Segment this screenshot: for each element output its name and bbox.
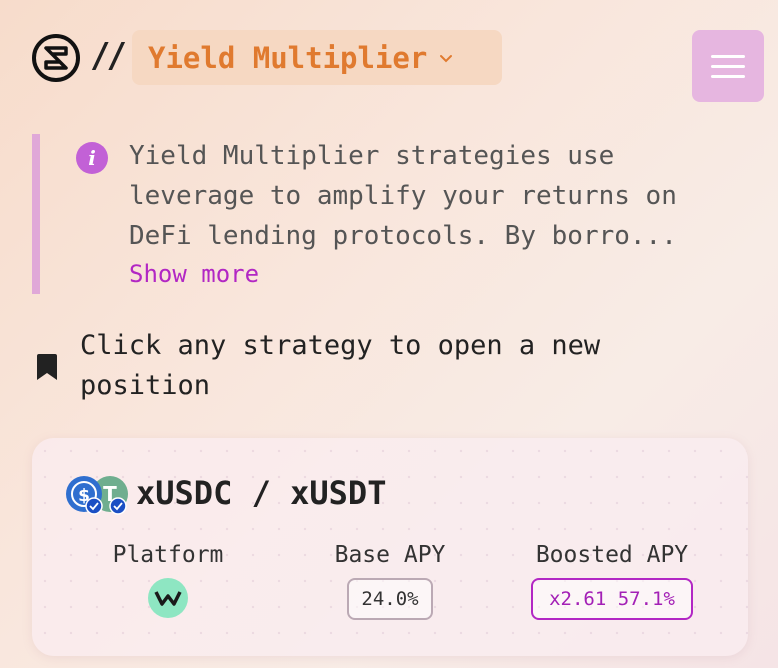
boosted-apy-label: Boosted APY — [535, 542, 689, 568]
base-apy-label: Base APY — [334, 542, 446, 568]
platform-logo-icon — [148, 578, 188, 618]
platform-column: Platform — [68, 542, 268, 618]
breadcrumb-separator: // — [90, 36, 127, 76]
menu-icon-bar — [711, 54, 745, 58]
boosted-apy-column: Boosted APY x2.61 57.1% — [512, 542, 712, 620]
boosted-apy-value: x2.61 57.1% — [531, 578, 693, 620]
menu-icon-bar — [711, 74, 745, 78]
page-selector-dropdown[interactable]: Yield Multiplier — [132, 30, 502, 85]
token-pair-icon: T $ — [66, 476, 128, 515]
header: // Yield Multiplier — [32, 30, 764, 102]
bookmark-icon — [37, 354, 57, 380]
hint-text: Click any strategy to open a new positio… — [80, 330, 601, 401]
token-pair-title: xUSDC / xUSDT — [136, 474, 387, 512]
base-apy-column: Base APY 24.0% — [290, 542, 490, 620]
info-callout: i Yield Multiplier strategies use levera… — [32, 134, 732, 294]
strategy-card[interactable]: T $ xUSDC / xUSDT Platform Base APY 24.0… — [32, 438, 748, 656]
app-logo-icon[interactable] — [32, 34, 80, 82]
menu-icon-bar — [711, 64, 745, 68]
base-apy-value: 24.0% — [347, 578, 433, 620]
info-icon: i — [76, 142, 108, 174]
info-text: Yield Multiplier strategies use leverage… — [129, 141, 677, 251]
chevron-down-icon — [440, 54, 453, 62]
page-title: Yield Multiplier — [148, 40, 428, 75]
platform-label: Platform — [112, 542, 224, 568]
show-more-link[interactable]: Show more — [129, 260, 259, 288]
hamburger-menu-button[interactable] — [692, 30, 764, 102]
